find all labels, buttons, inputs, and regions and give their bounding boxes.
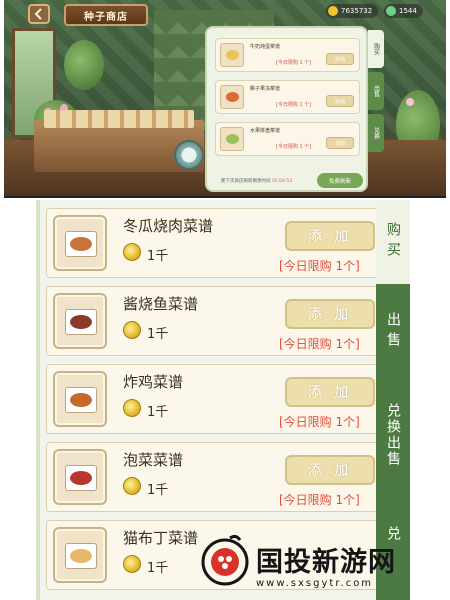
shop-title: 种子商店 [84,11,128,23]
recipe-price: 1千 [147,561,169,576]
weighing-scale [174,140,204,170]
food-icon [70,237,92,251]
gold-amount: 7635732 [341,7,373,15]
recipe-name: 冬瓜烧肉菜谱 [123,217,214,235]
daily-limit-label: [今日限购 1个] [279,493,360,507]
mini-item-name: 椰子果冻菜谱 [250,86,281,92]
daily-limit-label: [今日限购 1个] [279,415,360,429]
flower-decoration [406,98,414,106]
gold-coin-icon [123,555,141,573]
add-button[interactable]: 添 加 [285,455,375,485]
recipe-thumbnail [53,527,107,583]
mini-item-limit: [今日限购 1 个] [276,144,312,150]
watermark-title: 国投新游网 [256,547,396,578]
recipe-card: 酱烧鱼菜谱 1千 添 加 [今日限购 1个] [46,286,410,356]
recipe-thumbnail [220,43,244,67]
add-button[interactable]: 添 加 [285,221,375,251]
gold-coin-icon [328,6,338,16]
recipe-name: 炸鸡菜谱 [123,373,184,391]
shop-title-plaque: 种子商店 [64,4,148,26]
recipe-card: 泡菜菜谱 1千 添 加 [今日限购 1个] [46,442,410,512]
gold-coin-icon [123,321,141,339]
counter-goods [44,110,194,128]
refresh-countdown-time: 05:04:53 [271,179,293,184]
mini-item-limit: [今日限购 1 个] [276,102,312,108]
food-icon [70,315,92,329]
daily-limit-label: [今日限购 1个] [279,337,360,351]
recipe-name: 猫布丁菜谱 [123,529,199,547]
recipe-price: 1千 [147,327,169,342]
gem-icon [386,6,396,16]
mini-add-button[interactable]: 添加 [326,137,354,149]
recipe-price: 1千 [147,249,169,264]
tab-buy-label: 购买 [385,222,401,262]
tab-sell-label: 出售 [385,312,401,352]
mini-shop-tabs: 购买 出售 兑换 [368,30,384,156]
tab-buy[interactable]: 购买 [376,200,410,284]
mini-add-button[interactable]: 添加 [326,53,354,65]
mini-shop-item: 牛奶炖蛋菜谱 [今日限购 1 个] 添加 [215,38,360,72]
mini-add-button[interactable]: 添加 [326,95,354,107]
gold-currency-display: 7635732 [326,4,379,18]
screenshot-collage: 种子商店 7635732 1544 牛奶炖蛋菜谱 [今日限购 1 个] 添加 椰… [0,0,450,600]
site-watermark: 国投新游网 www.sxsgytr.com [196,528,450,600]
gold-coin-icon [123,399,141,417]
mini-shop-item: 椰子果冻菜谱 [今日限购 1 个] 添加 [215,80,360,114]
recipe-thumbnail [53,215,107,271]
recipe-name: 酱烧鱼菜谱 [123,295,199,313]
refresh-countdown: 距下次商店刷新剩余时间 05:04:53 [221,178,292,184]
recipe-price: 1千 [147,405,169,420]
food-icon [70,471,92,485]
recipe-thumbnail [53,293,107,349]
gold-coin-icon [123,243,141,261]
mini-shop-item: 水果拼盘菜谱 [今日限购 1 个] 添加 [215,122,360,156]
mini-item-name: 水果拼盘菜谱 [250,128,281,134]
mini-tab-exchange[interactable]: 兑换 [368,114,384,152]
recipe-card: 炸鸡菜谱 1千 添 加 [今日限购 1个] [46,364,410,434]
refresh-countdown-label: 距下次商店刷新剩余时间 [221,179,271,184]
mini-item-limit: [今日限购 1 个] [276,60,312,66]
recipe-card: 冬瓜烧肉菜谱 1千 添 加 [今日限购 1个] [46,208,410,278]
tab-sell[interactable]: 出售 [376,296,410,368]
tab-exchange-sell[interactable]: 兑换出售 [376,380,410,490]
recipe-thumbnail [220,85,244,109]
recipe-thumbnail [53,371,107,427]
add-button[interactable]: 添 加 [285,299,375,329]
recipe-thumbnail [53,449,107,505]
game-scene: 种子商店 7635732 1544 牛奶炖蛋菜谱 [今日限购 1 个] 添加 椰… [4,0,446,196]
gem-currency-display: 1544 [384,4,423,18]
back-arrow-icon [34,8,42,20]
add-button[interactable]: 添 加 [285,377,375,407]
mini-item-name: 牛奶炖蛋菜谱 [250,44,281,50]
recipe-thumbnail [220,127,244,151]
back-button[interactable] [28,4,50,24]
gem-amount: 1544 [399,7,417,15]
site-logo-icon [201,534,249,586]
divider [4,196,446,198]
food-icon [70,393,92,407]
hanging-plant-left [64,40,104,90]
gold-coin-icon [123,477,141,495]
free-refresh-button[interactable]: 免费刷新 [317,173,363,188]
mini-tab-buy[interactable]: 购买 [368,30,384,68]
daily-limit-label: [今日限购 1个] [279,259,360,273]
tab-exchange-sell-label: 兑换出售 [385,403,401,467]
food-icon [70,549,92,563]
mini-tab-sell[interactable]: 出售 [368,72,384,110]
watermark-url: www.sxsgytr.com [256,578,374,589]
recipe-price: 1千 [147,483,169,498]
recipe-name: 泡菜菜谱 [123,451,184,469]
mini-shop-panel: 牛奶炖蛋菜谱 [今日限购 1 个] 添加 椰子果冻菜谱 [今日限购 1 个] 添… [205,26,368,192]
